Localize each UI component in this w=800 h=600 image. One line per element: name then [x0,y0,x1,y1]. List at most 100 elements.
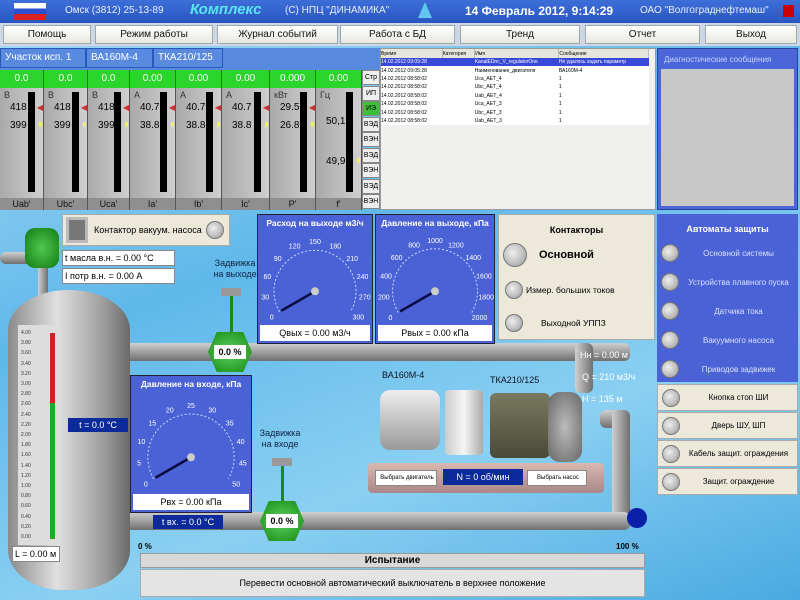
select-motor-button[interactable]: Выбрать двигатель [375,470,437,486]
gauge-tick-label: 50 [232,481,240,488]
event-col-header[interactable]: Сообщение [558,49,649,58]
progress-min: 0 % [138,542,152,551]
meter-0: 0.0 В 418 399 ◀ Uab' [0,70,44,210]
event-row[interactable]: 14.02.2012 08:58:02 Uca_AET_4 1 [381,74,649,84]
datetime: 14 Февраль 2012, 9:14:29 [465,4,614,18]
meter-1: 0.0 В 418 399 ◀ Ubc' [44,70,88,210]
event-row[interactable]: 14.02.2012 08:58:02 Uab_AET_3 1 [381,116,649,126]
event-cell [442,83,475,92]
contactor-high-current[interactable]: Измер. больших токов [505,281,615,299]
gauge-tick-label: 1600 [476,273,492,280]
gauge-tick-label: 1400 [465,255,481,262]
gauge-tick-label: 200 [378,295,390,302]
event-col-header[interactable]: Категория [442,49,476,58]
event-cell [442,108,475,117]
event-row[interactable]: 14.02.2012 09:05:28 Наименование_двигател… [381,66,649,75]
event-col-header[interactable]: Имя [474,49,560,58]
pump-model: ТКА210/125 [490,375,540,385]
gauge-tick-label: 1800 [478,295,494,302]
safety-item[interactable]: Кнопка стоп ШИ [657,384,798,411]
event-cell: Uca_AET_4 [474,74,559,84]
event-row[interactable]: 14.02.2012 08:58:02 Uab_AET_4 1 [381,91,649,100]
led-icon [661,302,679,320]
low-marker-icon [311,122,314,127]
protection-item[interactable]: Основной системы [657,238,798,268]
safety-item[interactable]: Кабель защит. ограждения [657,440,798,467]
menu-event-log[interactable]: Журнал событий [217,25,338,44]
valve-stem [230,296,233,336]
menu-exit[interactable]: Выход [705,25,797,44]
select-pump-button[interactable]: Выбрать насос [527,470,587,486]
safety-item[interactable]: Защит. ограждение [657,468,798,495]
gauge-tick-label: 0 [270,314,274,321]
event-row[interactable]: 14.02.2012 09:09:28 KanalEDnc_V_regulator… [381,58,649,67]
led-icon [661,244,679,262]
event-row[interactable]: 14.02.2012 08:58:02 Ubc_AET_3 1 [381,108,649,117]
meter-unit: А [134,90,141,100]
side-button-1[interactable]: ИП [362,85,380,101]
speed-readout: N = 0 об/мин [443,469,523,485]
menu-database[interactable]: Работа с БД [340,25,455,44]
meter-2: 0.0 В 418 399 ◀ Uca' [88,70,130,210]
event-cell: 14.02.2012 08:58:02 [381,83,443,92]
alarm-indicator-icon[interactable] [783,5,794,17]
vacuum-contactor[interactable]: Контактор вакуум. насоса [62,214,230,246]
meter-unit: В [92,90,99,100]
contactor-main[interactable]: Основной [503,243,594,267]
meter-4: 0.00 А 40.7 38.8 ◀ Ib' [176,70,222,210]
menu-mode[interactable]: Режим работы [95,25,213,44]
tank-temp: t = 0.0 °С [68,418,128,432]
led-icon [661,360,679,378]
event-row[interactable]: 14.02.2012 08:58:02 Ubc_AET_4 1 [381,83,649,92]
meter-high-limit: 50,1 [326,116,346,127]
safety-item[interactable]: Дверь ШУ, ШП [657,412,798,439]
high-marker-icon: ◀ [36,103,43,112]
tank-scale-label: 1.40 [21,462,31,469]
meter-label: Uca' [88,198,129,210]
protection-item[interactable]: Датчика тока [657,296,798,326]
meter-high-limit: 29.5 [280,102,300,113]
meter-low-limit: 38.8 [232,120,252,131]
tab-pump[interactable]: ТКА210/125 [153,48,223,68]
event-cell [442,116,475,126]
event-row[interactable]: 14.02.2012 08:58:02 Uca_AET_3 1 [381,99,649,109]
menu-trend[interactable]: Тренд [460,25,580,44]
meter-unit: В [4,90,11,100]
side-button-8[interactable]: ВЭН [362,194,380,209]
logo: Комплекс [190,1,262,18]
high-marker-icon: ◀ [80,103,87,112]
side-button-0[interactable]: Стр [362,70,380,85]
meter-bar [346,92,353,192]
event-cell: ВА160М-4 [558,66,649,75]
side-button-2[interactable]: ИЭ [362,101,380,116]
tank-scale-label: 2.20 [21,421,31,428]
protection-item[interactable]: Приводов задвижек [657,354,798,384]
gauge-needle [399,290,436,313]
meter-unit: Гц [320,90,331,100]
menu-help[interactable]: Помощь [3,25,91,44]
gauge-tick-label: 15 [148,420,156,427]
protection-item[interactable]: Устройства плавного пуска [657,267,798,297]
tab-motor[interactable]: ВА160М-4 [86,48,153,68]
side-button-6[interactable]: ВЭН [362,163,380,178]
motor-icon [380,390,440,450]
protection-item[interactable]: Вакуумного насоса [657,325,798,355]
side-button-3[interactable]: ВЭД [362,116,380,132]
high-marker-icon: ◀ [262,103,269,112]
event-col-header[interactable]: Время [381,49,443,58]
tab-section[interactable]: Участок исп. 1 [0,48,86,68]
protection-title: Автоматы защиты [686,224,769,234]
contactor-output[interactable]: Выходной УППЗ [505,314,606,332]
hn-value: Hн = 0.00 м [580,350,628,360]
gauge-tick-label: 1000 [427,238,443,245]
side-button-7[interactable]: ВЭД [362,178,380,194]
menu-report[interactable]: Отчет [585,25,700,44]
motor-model: ВА160М-4 [382,370,425,380]
diagnostics-list [661,69,794,206]
tank-scale-label: 2.00 [21,432,31,438]
side-button-4[interactable]: ВЭН [362,132,380,147]
meter-value: 0.000 [270,70,315,88]
protection-label: Вакуумного насоса [703,335,774,345]
meter-5: 0.00 А 40.7 38.8 ◀ Ic' [222,70,270,210]
side-button-5[interactable]: ВЭД [362,147,380,163]
